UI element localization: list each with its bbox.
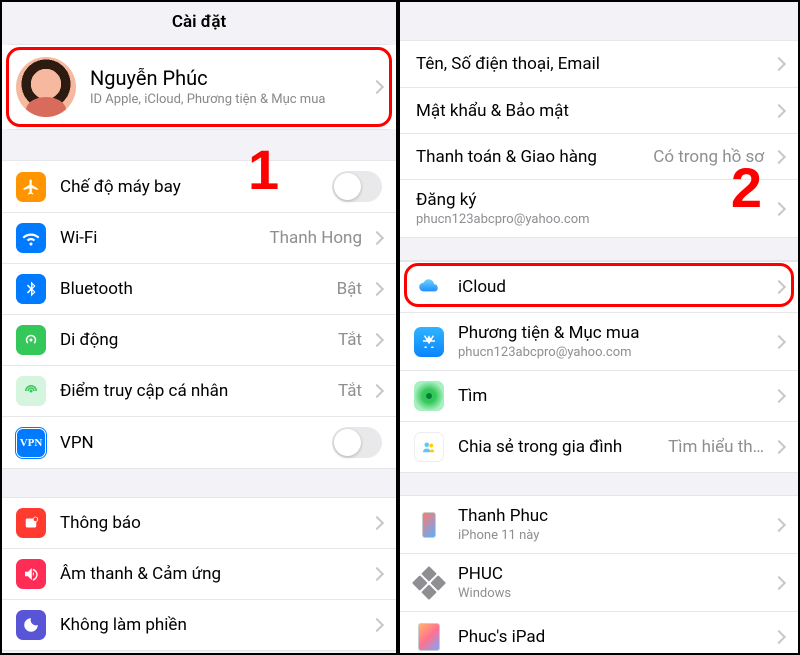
media-purchases-detail: phucn123abcpro@yahoo.com [458,345,770,360]
wifi-icon [16,223,46,253]
airplane-mode-row[interactable]: Chế độ máy bay [2,161,396,212]
bluetooth-row[interactable]: Bluetooth Bật [2,263,396,314]
family-sharing-label: Chia sẻ trong gia đình [458,437,622,457]
password-security-label: Mật khẩu & Bảo mật [416,101,770,121]
device-row-3[interactable]: Phuc's iPad [400,611,798,653]
icloud-label: iCloud [458,277,770,297]
media-purchases-row[interactable]: Phương tiện & Mục mua phucn123abcpro@yah… [400,312,798,370]
avatar [16,57,76,117]
apple-id-screen: 2 Tên, Số điện thoại, Email Mật khẩu & B… [400,2,798,653]
icloud-row[interactable]: iCloud [400,261,798,312]
cellular-row[interactable]: Di động Tắt [2,314,396,365]
bluetooth-value: Bật [337,279,362,299]
dnd-label: Không làm phiền [60,615,368,635]
profile-name: Nguyễn Phúc [90,66,368,90]
name-phone-email-row[interactable]: Tên, Số điện thoại, Email [400,41,798,87]
sounds-icon [16,559,46,589]
findmy-label: Tìm [458,386,770,406]
windows-icon [414,568,444,598]
subscriptions-label: Đăng ký [416,190,770,210]
moon-icon [16,610,46,640]
iphone-icon [414,510,444,540]
page-title: Cài đặt [2,2,396,44]
bluetooth-label: Bluetooth [60,279,337,299]
findmy-row[interactable]: Tìm [400,370,798,421]
annotation-number-2: 2 [731,160,762,216]
profile-subtitle: ID Apple, iCloud, Phương tiện & Mục mua [90,92,368,108]
subscriptions-detail: phucn123abcpro@yahoo.com [416,212,770,227]
payment-shipping-label: Thanh toán & Giao hàng [416,147,653,167]
device-1-name: Thanh Phuc [458,506,770,526]
device-2-name: PHUC [458,564,770,584]
cellular-value: Tắt [338,330,362,350]
icloud-icon [414,272,444,302]
ipad-icon [414,622,444,652]
device-3-name: Phuc's iPad [458,627,770,647]
cellular-label: Di động [60,330,338,350]
notifications-label: Thông báo [60,513,368,533]
wifi-value: Thanh Hong [270,228,362,248]
dnd-row[interactable]: Không làm phiền [2,599,396,650]
notifications-row[interactable]: Thông báo [2,498,396,548]
hotspot-value: Tắt [338,381,362,401]
hotspot-row[interactable]: Điểm truy cập cá nhân Tắt [2,365,396,416]
airplane-icon [16,172,46,202]
vpn-icon: VPN [16,428,46,458]
notifications-icon [16,508,46,538]
airplane-toggle[interactable] [332,171,382,202]
cellular-icon [16,325,46,355]
annotation-number-1: 1 [248,142,279,198]
device-row-1[interactable]: Thanh Phuc iPhone 11 này [400,496,798,553]
bluetooth-icon [16,274,46,304]
settings-root-screen: Cài đặt Nguyễn Phúc ID Apple, iCloud, Ph… [2,2,400,653]
vpn-row[interactable]: VPN VPN [2,416,396,468]
sounds-row[interactable]: Âm thanh & Cảm ứng [2,548,396,599]
family-sharing-value: Tìm hiểu th… [630,437,764,457]
name-phone-email-label: Tên, Số điện thoại, Email [416,54,770,74]
family-sharing-row[interactable]: Chia sẻ trong gia đình Tìm hiểu th… [400,421,798,472]
findmy-icon [414,381,444,411]
appstore-icon [414,327,444,357]
sounds-label: Âm thanh & Cảm ứng [60,564,368,584]
vpn-label: VPN [60,433,332,453]
password-security-row[interactable]: Mật khẩu & Bảo mật [400,87,798,133]
vpn-toggle[interactable] [332,427,382,458]
wifi-label: Wi-Fi [60,228,270,248]
apple-id-profile-row[interactable]: Nguyễn Phúc ID Apple, iCloud, Phương tiệ… [2,45,396,129]
airplane-label: Chế độ máy bay [60,177,332,197]
wifi-row[interactable]: Wi-Fi Thanh Hong [2,212,396,263]
hotspot-label: Điểm truy cập cá nhân [60,381,338,401]
hotspot-icon [16,376,46,406]
device-2-info: Windows [458,586,770,601]
family-icon [414,432,444,462]
device-1-info: iPhone 11 này [458,528,770,543]
media-purchases-label: Phương tiện & Mục mua [458,323,770,343]
device-row-2[interactable]: PHUC Windows [400,553,798,611]
